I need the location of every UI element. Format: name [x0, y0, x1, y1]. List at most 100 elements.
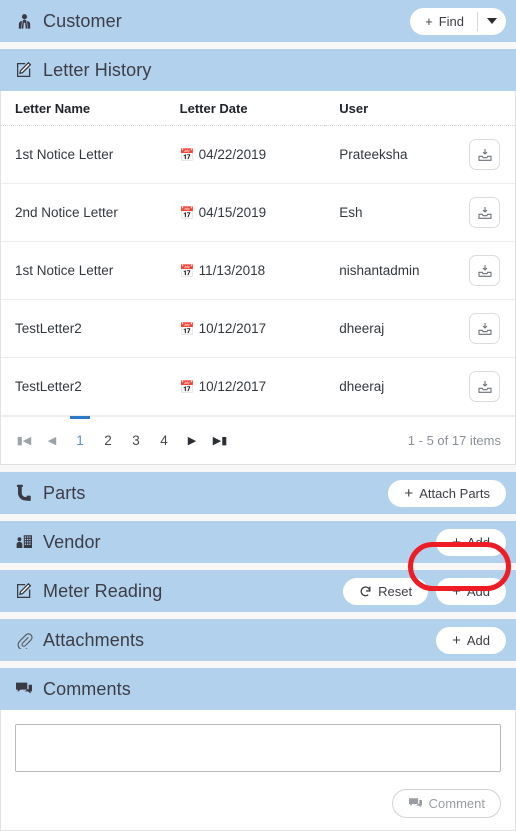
- plus-icon: +: [425, 13, 433, 29]
- attachments-title: Attachments: [43, 629, 145, 650]
- plus-icon: +: [452, 582, 461, 600]
- comments-title-group: Comments: [14, 679, 131, 700]
- comment-submit-label: Comment: [428, 796, 485, 811]
- page-last-icon-button[interactable]: ▶▮: [207, 426, 233, 456]
- column-header-user[interactable]: User: [325, 91, 456, 126]
- table-header-row: Letter Name Letter Date User: [1, 91, 515, 126]
- cell-letter-date: 📅 04/22/2019: [165, 125, 326, 184]
- page-number-2[interactable]: 2: [95, 426, 121, 456]
- meter-reading-reset-button[interactable]: Reset: [343, 577, 429, 605]
- parts-title-group: Parts: [14, 483, 86, 504]
- attachments-actions: + Add: [436, 626, 506, 654]
- letter-history-table-body: 1st Notice Letter 📅 04/22/2019 Prateeksha…: [1, 125, 515, 416]
- attach-parts-button-label: Attach Parts: [419, 485, 490, 501]
- meter-reading-add-button[interactable]: + Add: [436, 577, 506, 605]
- pencil-square-icon: [14, 581, 34, 601]
- vendor-add-button[interactable]: + Add: [436, 528, 506, 556]
- cell-letter-date: 📅 04/15/2019: [165, 183, 326, 242]
- parts-section-header: Parts + Attach Parts: [0, 472, 516, 514]
- cell-letter-date-value: 10/12/2017: [198, 321, 267, 336]
- page-next-icon-button[interactable]: ▶: [179, 426, 205, 456]
- page-number-4[interactable]: 4: [151, 426, 177, 456]
- cell-user: dheeraj: [325, 299, 456, 358]
- column-header-actions: [455, 91, 515, 126]
- panel-gap-3: [0, 514, 516, 521]
- cell-letter-date: 📅 11/13/2018: [165, 241, 326, 300]
- cell-user: Esh: [325, 183, 456, 242]
- page-number-1[interactable]: 1: [67, 415, 93, 456]
- panel-gap-1: [0, 42, 516, 49]
- page-prev-icon-button[interactable]: ◀: [39, 426, 65, 456]
- cell-letter-date-value: 10/12/2017: [198, 379, 267, 394]
- download-inbox-icon-button[interactable]: [469, 371, 501, 402]
- meter-reading-reset-label: Reset: [378, 583, 413, 599]
- table-row[interactable]: 2nd Notice Letter 📅 04/15/2019 Esh: [1, 183, 515, 242]
- cell-letter-date-value: 11/13/2018: [198, 263, 266, 278]
- download-inbox-icon-button[interactable]: [469, 139, 501, 170]
- page-first-icon-button[interactable]: ▮◀: [11, 426, 37, 456]
- attachments-add-label: Add: [466, 632, 490, 648]
- cell-letter-date-value: 04/15/2019: [198, 205, 267, 220]
- download-inbox-icon-button[interactable]: [469, 197, 501, 228]
- vendor-add-button-label: Add: [466, 534, 490, 550]
- page-number-3[interactable]: 3: [123, 426, 149, 456]
- customer-title-group: Customer: [14, 11, 122, 32]
- letter-history-table: Letter Name Letter Date User 1st Notice …: [1, 91, 515, 416]
- cell-user: dheeraj: [325, 357, 456, 416]
- cell-letter-name: 1st Notice Letter: [1, 125, 166, 184]
- panel-gap-2: [0, 465, 516, 472]
- refresh-icon: [359, 585, 372, 598]
- table-row[interactable]: 1st Notice Letter 📅 04/22/2019 Prateeksha: [1, 125, 515, 184]
- comment-bubble-icon: [408, 797, 423, 810]
- cell-letter-date: 📅 10/12/2017: [165, 299, 326, 358]
- download-inbox-icon-button[interactable]: [469, 255, 501, 286]
- cell-action: [455, 241, 515, 300]
- comment-submit-button[interactable]: Comment: [391, 789, 501, 818]
- column-header-letter-name[interactable]: Letter Name: [1, 91, 166, 126]
- find-dropdown-toggle[interactable]: [478, 8, 506, 35]
- comment-input[interactable]: [15, 724, 501, 772]
- find-button[interactable]: + Find: [410, 8, 477, 35]
- paperclip-icon: [14, 630, 34, 650]
- page-title: Customer: [43, 10, 122, 31]
- cell-letter-name: TestLetter2: [1, 357, 166, 416]
- user-tie-icon: [14, 11, 34, 31]
- customer-section-header: Customer + Find: [0, 0, 516, 42]
- vendor-actions: + Add: [436, 528, 506, 556]
- cell-user: Prateeksha: [325, 125, 456, 184]
- attachments-section-header: Attachments + Add: [0, 619, 516, 661]
- letter-history-title: Letter History: [43, 59, 152, 80]
- comments-section-header: Comments: [0, 668, 516, 710]
- pencil-square-icon: [14, 60, 34, 80]
- plus-icon: +: [404, 484, 414, 502]
- find-split-button[interactable]: + Find: [410, 7, 506, 35]
- cell-action: [455, 357, 515, 416]
- pagination-bar: ▮◀ ◀ 1 2 3 4 ▶ ▶▮ 1 - 5 of 17 items: [1, 415, 515, 464]
- column-header-letter-date[interactable]: Letter Date: [165, 91, 326, 126]
- parts-actions: + Attach Parts: [388, 479, 506, 507]
- attach-parts-button[interactable]: + Attach Parts: [388, 479, 506, 507]
- meter-reading-actions: Reset + Add: [343, 577, 506, 605]
- table-row[interactable]: 1st Notice Letter 📅 11/13/2018 nishantadm…: [1, 241, 515, 300]
- attachments-add-button[interactable]: + Add: [436, 626, 506, 654]
- meter-reading-add-label: Add: [466, 583, 490, 599]
- vendor-section-header: Vendor + Add: [0, 521, 516, 563]
- panel-gap-6: [0, 661, 516, 668]
- table-row[interactable]: TestLetter2 📅 10/12/2017 dheeraj: [1, 357, 515, 416]
- chevron-down-icon: [487, 18, 497, 24]
- cell-user: nishantadmin: [325, 241, 456, 300]
- pagination-buttons: ▮◀ ◀ 1 2 3 4 ▶ ▶▮: [11, 415, 233, 456]
- pipe-elbow-icon: [14, 483, 34, 503]
- comment-actions: Comment: [15, 789, 501, 818]
- cell-action: [455, 299, 515, 358]
- download-inbox-icon-button[interactable]: [469, 313, 501, 344]
- table-row[interactable]: TestLetter2 📅 10/12/2017 dheeraj: [1, 299, 515, 358]
- comment-bubble-icon: [14, 679, 34, 699]
- calendar-icon: 📅: [179, 322, 195, 336]
- pagination-info: 1 - 5 of 17 items: [407, 433, 501, 448]
- comments-title: Comments: [43, 678, 131, 699]
- cell-letter-name: 2nd Notice Letter: [1, 183, 166, 242]
- cell-letter-name: TestLetter2: [1, 299, 166, 358]
- letter-history-panel: Letter Name Letter Date User 1st Notice …: [0, 91, 516, 465]
- cell-letter-date-value: 04/22/2019: [198, 147, 267, 162]
